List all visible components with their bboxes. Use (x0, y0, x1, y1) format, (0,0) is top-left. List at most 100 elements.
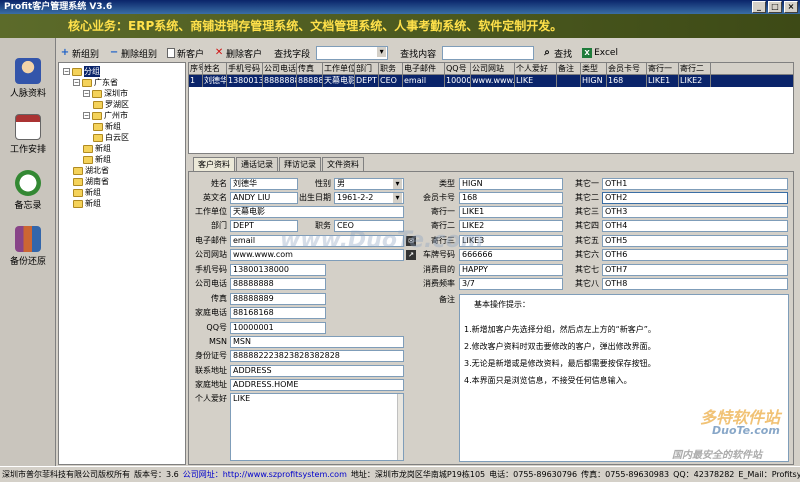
address-field[interactable]: ADDRESS (230, 365, 404, 377)
nav-schedule[interactable]: 工作安排 (0, 114, 56, 155)
tab-visit-records[interactable]: 拜访记录 (279, 157, 321, 171)
grid-column-header[interactable]: 寄行一 (647, 63, 679, 74)
grid-column-header[interactable]: 传真 (297, 63, 323, 74)
card-field[interactable]: 168 (459, 192, 563, 204)
window-title: Profit客户管理系统 V3.6 (4, 2, 113, 12)
nav-contacts[interactable]: 人脉资料 (0, 58, 56, 99)
tab-customer-info[interactable]: 客户资料 (193, 157, 235, 172)
grid-column-header[interactable]: 职务 (379, 63, 403, 74)
name-field[interactable]: 刘德华 (230, 178, 298, 190)
tree-node[interactable]: 新组 (73, 187, 101, 198)
other3-field[interactable]: OTH3 (602, 206, 788, 218)
grid-column-header[interactable]: 类型 (581, 63, 607, 74)
group-tree[interactable]: − 分组 − 广东省 − 深圳市 罗湖区 − 广州市 新组 白云区 新组 新组 湖北省 湖南省 新组 新组 (58, 62, 186, 465)
status-website-label: 公司网址： (182, 470, 223, 479)
search-content-input[interactable] (442, 46, 535, 60)
other5-field[interactable]: OTH5 (602, 235, 788, 247)
grid-column-header[interactable]: 工作单位 (323, 63, 355, 74)
tree-node[interactable]: 湖南省 (73, 176, 109, 187)
gift1-field[interactable]: LIKE1 (459, 206, 563, 218)
new-group-button[interactable]: + 新组别 (58, 45, 101, 61)
grid-column-header[interactable]: 个人爱好 (515, 63, 557, 74)
other8-field[interactable]: OTH8 (602, 278, 788, 290)
birthday-label: 出生日期 (299, 193, 331, 202)
binoculars-icon: ⌕ (544, 47, 550, 58)
phone-field[interactable]: 88888888 (230, 278, 326, 290)
tree-node[interactable]: 新组 (83, 154, 111, 165)
tree-node[interactable]: 湖北省 (73, 165, 109, 176)
birthday-picker[interactable]: 1961-2-2 (334, 192, 404, 204)
other3-label: 其它三 (575, 207, 599, 216)
close-button[interactable]: × (784, 1, 798, 13)
grid-column-header[interactable]: QQ号 (445, 63, 471, 74)
tree-node[interactable]: 新组 (93, 121, 121, 132)
tree-node[interactable]: 新组 (73, 198, 101, 209)
other2-field[interactable]: OTH2 (602, 192, 788, 204)
grid-column-header[interactable]: 公司电话 (263, 63, 297, 74)
grid-column-header[interactable]: 序号 (189, 63, 203, 74)
new-customer-button[interactable]: 新客户 (165, 45, 206, 61)
slogan-watermark: 国内最安全的软件站 (672, 450, 762, 461)
hobby-textarea[interactable]: LIKE (230, 393, 404, 461)
grid-column-header[interactable]: 寄行二 (679, 63, 711, 74)
expand-toggle-icon[interactable]: − (83, 112, 90, 119)
company-field[interactable]: 天幕电影 (230, 206, 404, 218)
nav-memo[interactable]: 备忘录 (0, 170, 56, 211)
tree-node[interactable]: − 分组 (63, 66, 100, 77)
status-qq: QQ：42378282 (673, 470, 735, 479)
other4-field[interactable]: OTH4 (602, 220, 788, 232)
tree-node-label: 深圳市 (104, 89, 128, 98)
delete-group-button[interactable]: − 删除组别 (107, 45, 159, 61)
expand-toggle-icon[interactable]: − (83, 90, 90, 97)
other1-field[interactable]: OTH1 (602, 178, 788, 190)
folder-icon (73, 188, 83, 197)
grid-column-header[interactable]: 公司网站 (471, 63, 515, 74)
site-watermark: www.DuoTe.com (280, 228, 484, 253)
search-field-select[interactable] (316, 46, 389, 60)
msn-field[interactable]: MSN (230, 336, 404, 348)
table-row[interactable]: 1刘德华13800138000888888888888888天幕电影DEPTCE… (189, 75, 793, 87)
detail-tabs: 客户资料 通话记录 拜访记录 文件资料 (193, 157, 365, 172)
expand-toggle-icon[interactable]: − (73, 79, 80, 86)
status-website-link[interactable]: http://www.szprofitsystem.com (223, 467, 347, 482)
delete-customer-button[interactable]: ✕ 删除客户 (212, 45, 264, 61)
fax-field[interactable]: 88888889 (230, 293, 326, 305)
tree-node[interactable]: 白云区 (93, 132, 129, 143)
id-number-field[interactable]: 888882223823828382828 (230, 350, 404, 362)
window-titlebar[interactable]: Profit客户管理系统 V3.6 _ □ × (0, 0, 800, 14)
expand-toggle-icon[interactable]: − (63, 68, 70, 75)
customer-grid[interactable]: 序号姓名手机号码公司电话传真工作单位部门职务电子邮件QQ号公司网站个人爱好备注类… (188, 62, 794, 154)
grid-cell: 1 (189, 75, 203, 87)
tree-node[interactable]: − 广州市 (83, 110, 128, 121)
tree-node[interactable]: − 广东省 (73, 77, 118, 88)
tree-node[interactable]: 罗湖区 (93, 99, 129, 110)
other6-field[interactable]: OTH6 (602, 249, 788, 261)
tab-files[interactable]: 文件资料 (322, 157, 364, 171)
search-button[interactable]: ⌕ 查找 (540, 45, 574, 61)
nav-backup[interactable]: 备份还原 (0, 226, 56, 267)
excel-button[interactable]: X Excel (580, 45, 620, 61)
grid-column-header[interactable]: 姓名 (203, 63, 227, 74)
grid-column-header[interactable]: 部门 (355, 63, 379, 74)
mobile-field[interactable]: 13800138000 (230, 264, 326, 276)
qq-field[interactable]: 10000001 (230, 322, 326, 334)
tree-node[interactable]: − 深圳市 (83, 88, 128, 99)
type-field[interactable]: HIGN (459, 178, 563, 190)
hobby-scrollbar[interactable] (397, 394, 403, 460)
home-phone-field[interactable]: 88168168 (230, 307, 326, 319)
tree-node[interactable]: 新组 (83, 143, 111, 154)
other7-field[interactable]: OTH7 (602, 264, 788, 276)
grid-column-header[interactable]: 手机号码 (227, 63, 263, 74)
purpose-field[interactable]: HAPPY (459, 264, 563, 276)
tab-call-records[interactable]: 通话记录 (236, 157, 278, 171)
gender-select[interactable]: 男 (334, 178, 404, 190)
en-name-field[interactable]: ANDY LIU (230, 192, 298, 204)
other4-label: 其它四 (575, 221, 599, 230)
grid-column-header[interactable]: 备注 (557, 63, 581, 74)
grid-column-header[interactable]: 会员卡号 (607, 63, 647, 74)
freq-field[interactable]: 3/7 (459, 278, 563, 290)
home-address-field[interactable]: ADDRESS.HOME (230, 379, 404, 391)
maximize-button[interactable]: □ (768, 1, 782, 13)
grid-column-header[interactable]: 电子邮件 (403, 63, 445, 74)
minimize-button[interactable]: _ (752, 1, 766, 13)
